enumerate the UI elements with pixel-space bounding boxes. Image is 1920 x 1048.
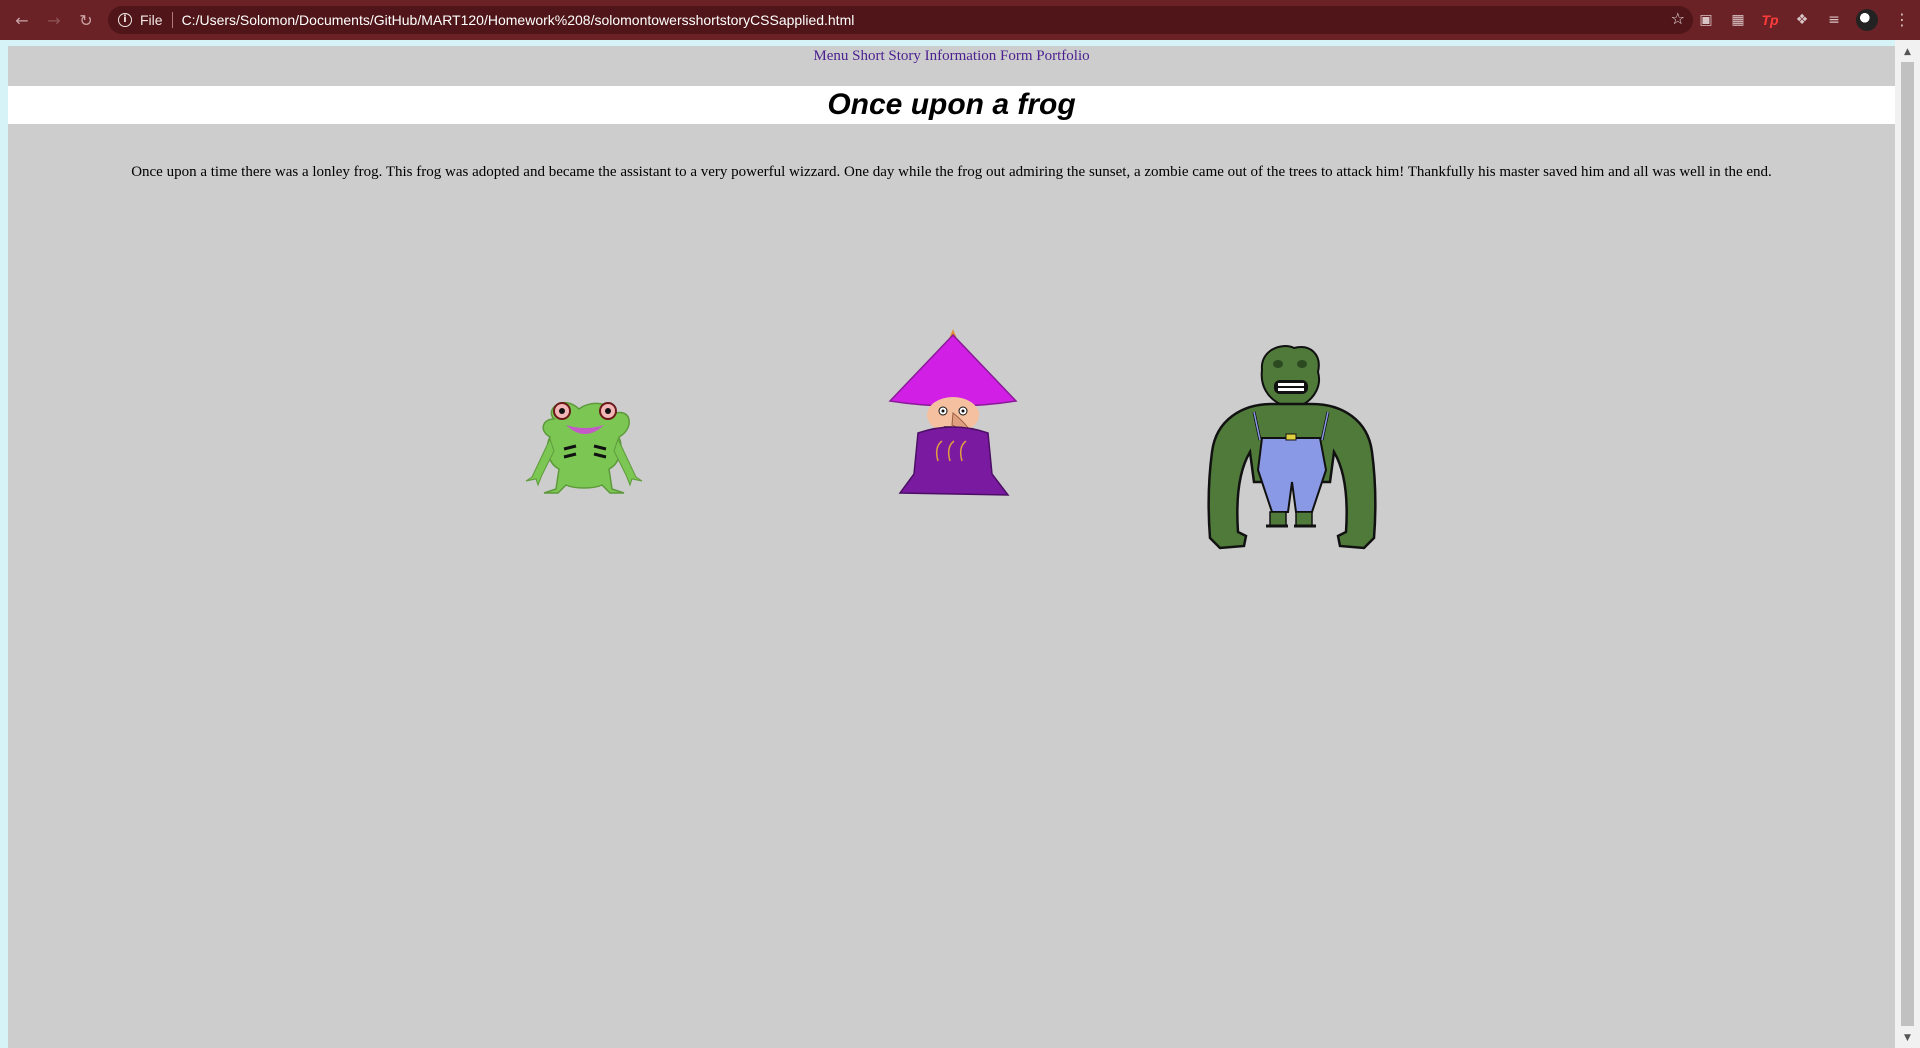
menu-link[interactable]: Menu (813, 48, 848, 64)
puzzle-icon[interactable]: ❖ (1792, 10, 1812, 30)
reload-icon[interactable]: ↻ (70, 0, 102, 40)
info-icon[interactable]: i (118, 13, 132, 27)
reading-list-icon[interactable]: ≡ (1824, 10, 1844, 30)
zombie-image (1207, 345, 1377, 550)
back-icon[interactable]: ← (6, 0, 38, 40)
forward-icon[interactable]: → (38, 0, 70, 40)
top-menu: Menu Short Story Information Form Portfo… (8, 46, 1895, 86)
extension-icon[interactable]: ▣ (1696, 10, 1716, 30)
scroll-down-icon[interactable]: ▼ (1895, 1030, 1920, 1046)
address-bar[interactable]: i File C:/Users/Solomon/Documents/GitHub… (108, 6, 1693, 34)
star-icon[interactable]: ☆ (1671, 9, 1685, 28)
short-story-link[interactable]: Short Story (852, 48, 921, 64)
portfolio-link[interactable]: Portfolio (1036, 48, 1089, 64)
extension-icon[interactable]: ▦ (1728, 10, 1748, 30)
information-form-link[interactable]: Information Form (925, 48, 1033, 64)
wizard-image (888, 329, 1018, 496)
extension-icon[interactable]: Tp (1760, 10, 1780, 30)
page-title: Once upon a frog (8, 86, 1895, 124)
vertical-scrollbar[interactable]: ▲ ▼ (1895, 40, 1920, 1048)
scrollbar-thumb[interactable] (1901, 62, 1914, 1026)
file-label: File (140, 12, 163, 28)
url-text[interactable]: C:/Users/Solomon/Documents/GitHub/MART12… (182, 12, 855, 28)
browser-toolbar: ← → ↻ i File C:/Users/Solomon/Documents/… (0, 0, 1920, 40)
story-paragraph: Once upon a time there was a lonley frog… (131, 164, 1772, 180)
profile-avatar[interactable] (1856, 9, 1878, 31)
scroll-up-icon[interactable]: ▲ (1895, 44, 1920, 60)
menu-icon[interactable]: ⋮ (1892, 10, 1912, 30)
frog-image (525, 402, 643, 494)
address-separator (171, 12, 173, 28)
page-viewport: Menu Short Story Information Form Portfo… (8, 46, 1895, 1048)
